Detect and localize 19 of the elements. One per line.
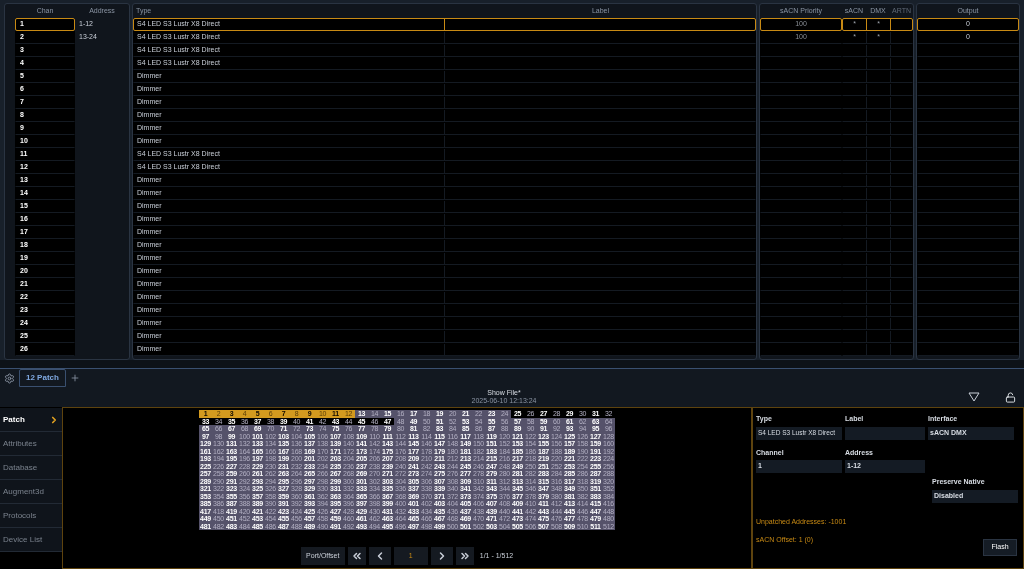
sidebar-item[interactable]: Protocols xyxy=(0,504,62,528)
double-left-icon xyxy=(350,550,363,562)
add-tab-icon[interactable] xyxy=(69,373,80,383)
value-field[interactable] xyxy=(845,426,925,440)
settings-icon[interactable] xyxy=(4,373,15,384)
first-page-button[interactable] xyxy=(347,547,366,565)
sidebar-item[interactable]: Database xyxy=(0,456,62,480)
sidebar-item[interactable]: Device List xyxy=(0,528,62,552)
previous-page-button[interactable] xyxy=(368,547,391,565)
sidebar-item[interactable]: Attributes xyxy=(0,432,62,456)
last-page-button[interactable] xyxy=(455,547,474,565)
lock-icon[interactable] xyxy=(1005,391,1016,403)
sidebar-item[interactable]: Augment3d xyxy=(0,480,62,504)
filter-icon[interactable] xyxy=(968,392,980,402)
next-page-button[interactable] xyxy=(430,547,453,565)
sidebar-item[interactable]: Patch xyxy=(0,408,62,432)
chevron-icon xyxy=(49,414,59,425)
tab[interactable]: 12 Patch xyxy=(19,369,66,387)
double-right-icon xyxy=(458,550,471,562)
